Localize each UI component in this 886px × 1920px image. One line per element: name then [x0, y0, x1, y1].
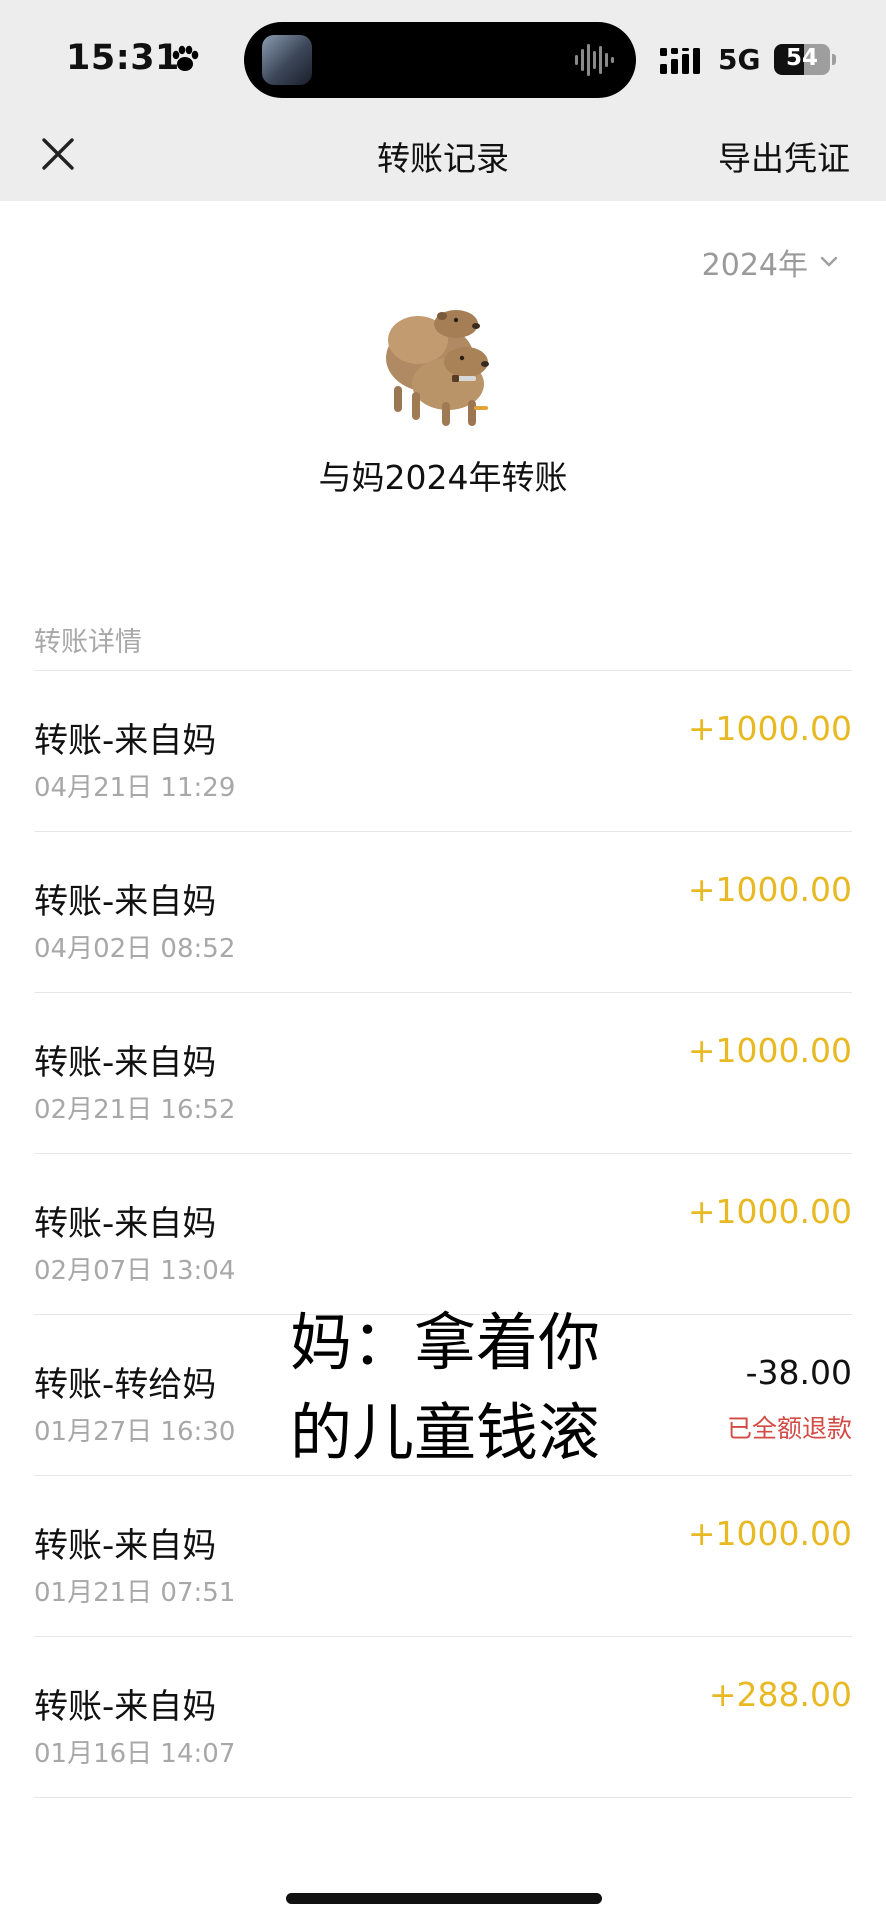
transaction-row[interactable]: 转账-来自妈 02月07日 13:04 +1000.00 [34, 1154, 852, 1315]
transaction-date: 02月07日 13:04 [34, 1256, 236, 1286]
transaction-date: 01月16日 14:07 [34, 1739, 236, 1769]
overlay-caption-line: 的儿童钱滚 [290, 1396, 601, 1469]
dynamic-island[interactable] [244, 22, 636, 98]
transaction-amount: +1000.00 [687, 709, 852, 748]
overlay-caption-line: 妈：拿着你 [290, 1306, 601, 1379]
transaction-title: 转账-来自妈 [34, 1687, 217, 1727]
transaction-date: 04月02日 08:52 [34, 934, 236, 964]
battery-cap [832, 54, 836, 65]
section-label: 转账详情 [34, 627, 142, 658]
transaction-date: 01月27日 16:30 [34, 1417, 236, 1447]
year-selector-label: 2024年 [701, 248, 808, 283]
transaction-title: 转账-来自妈 [34, 882, 217, 922]
export-voucher-button[interactable]: 导出凭证 [718, 132, 850, 180]
transaction-amount: +288.00 [708, 1675, 852, 1714]
transaction-title: 转账-来自妈 [34, 1043, 217, 1083]
capybara-sticker [386, 310, 489, 426]
transaction-date: 04月21日 11:29 [34, 773, 236, 803]
transaction-amount: +1000.00 [687, 1031, 852, 1070]
transaction-row[interactable]: 转账-来自妈 01月16日 14:07 +288.00 [34, 1637, 852, 1798]
chevron-down-icon [820, 256, 838, 267]
year-selector[interactable]: 2024年 [702, 240, 838, 284]
transaction-title: 转账-来自妈 [34, 1526, 217, 1566]
battery-percentage: 54 [785, 45, 818, 71]
summary-title: 与妈2024年转账 [318, 458, 568, 497]
battery-icon: 54 [774, 44, 830, 75]
signal-icon [660, 48, 700, 74]
transaction-row[interactable]: 转账-来自妈 04月21日 11:29 +1000.00 [34, 671, 852, 832]
transaction-amount: +1000.00 [687, 1192, 852, 1231]
home-indicator[interactable] [286, 1893, 602, 1904]
transaction-amount: +1000.00 [687, 1514, 852, 1553]
overlay-caption: 妈：拿着你 的儿童钱滚 [290, 1298, 650, 1478]
audio-waveform-icon [575, 44, 614, 76]
transaction-title: 转账-来自妈 [34, 721, 217, 761]
transaction-date: 01月21日 07:51 [34, 1578, 236, 1608]
transaction-title: 转账-转给妈 [34, 1365, 217, 1405]
transaction-date: 02月21日 16:52 [34, 1095, 236, 1125]
paw-icon [172, 45, 199, 71]
close-icon[interactable] [38, 134, 78, 174]
transaction-row[interactable]: 转账-来自妈 02月21日 16:52 +1000.00 [34, 993, 852, 1154]
status-time: 15:31 [66, 38, 180, 78]
transaction-row[interactable]: 转账-来自妈 01月21日 07:51 +1000.00 [34, 1476, 852, 1637]
transaction-row[interactable]: 转账-来自妈 04月02日 08:52 +1000.00 [34, 832, 852, 993]
network-type: 5G [718, 43, 761, 76]
transaction-amount: -38.00 [745, 1353, 852, 1392]
transaction-title: 转账-来自妈 [34, 1204, 217, 1244]
transaction-list: 转账-来自妈 04月21日 11:29 +1000.00 转账-来自妈 04月02日 0… [34, 670, 852, 1798]
media-artwork [262, 35, 312, 85]
transaction-status: 已全额退款 [726, 1414, 852, 1443]
transaction-amount: +1000.00 [687, 870, 852, 909]
